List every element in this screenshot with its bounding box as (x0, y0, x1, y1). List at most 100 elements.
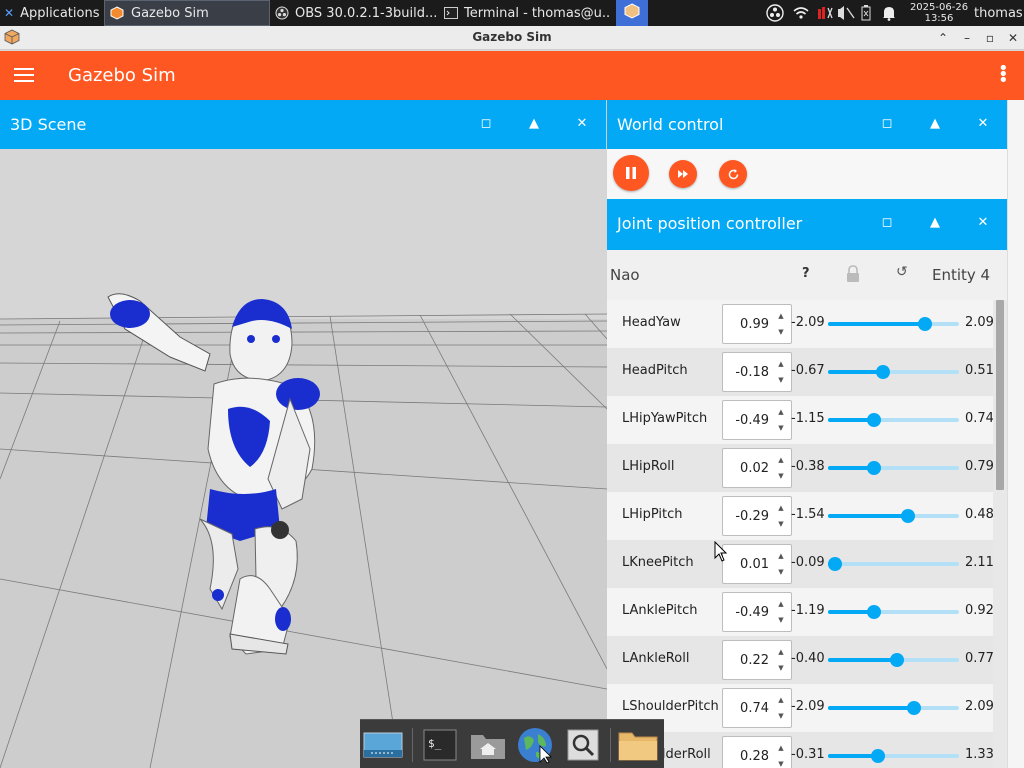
lock-icon[interactable] (845, 265, 861, 283)
task-obs[interactable]: OBS 30.0.2.1-3build... (271, 0, 436, 26)
slider-handle[interactable] (866, 461, 881, 475)
web-browser-launcher[interactable] (515, 725, 555, 765)
joint-value-spinbox[interactable]: 0.99 ▲ ▼ (722, 304, 792, 344)
clock[interactable]: 2025-06-26 13:56 (906, 0, 972, 26)
panel-collapse-icon[interactable]: ▲ (524, 114, 544, 134)
wifi-icon[interactable] (790, 0, 812, 26)
spin-up-icon[interactable]: ▲ (776, 503, 786, 513)
spin-down-icon[interactable]: ▼ (776, 471, 786, 481)
slider-handle[interactable] (907, 701, 922, 715)
help-icon[interactable]: ? (802, 266, 810, 281)
joint-slider[interactable] (828, 652, 959, 668)
step-button[interactable] (669, 160, 697, 188)
workspace-switcher[interactable] (616, 0, 648, 26)
joint-value-spinbox[interactable]: -0.29 ▲ ▼ (722, 496, 792, 536)
notification-bell-icon[interactable] (878, 0, 900, 26)
joint-value-spinbox[interactable]: 0.01 ▲ ▼ (722, 544, 792, 584)
spin-up-icon[interactable]: ▲ (776, 599, 786, 609)
joint-value-spinbox[interactable]: -0.49 ▲ ▼ (722, 400, 792, 440)
reset-joints-icon[interactable]: ↺ (896, 264, 908, 280)
joint-value-spinbox[interactable]: 0.74 ▲ ▼ (722, 688, 792, 728)
slider-handle[interactable] (866, 605, 881, 619)
spin-down-icon[interactable]: ▼ (776, 567, 786, 577)
spin-down-icon[interactable]: ▼ (776, 759, 786, 768)
spin-down-icon[interactable]: ▼ (776, 375, 786, 385)
slider-handle[interactable] (917, 317, 932, 331)
slider-handle[interactable] (866, 413, 881, 427)
spin-up-icon[interactable]: ▲ (776, 311, 786, 321)
window-title: Gazebo Sim (472, 30, 552, 44)
spin-up-icon[interactable]: ▲ (776, 407, 786, 417)
joint-slider[interactable] (828, 460, 959, 476)
joint-value-spinbox[interactable]: -0.49 ▲ ▼ (722, 592, 792, 632)
taskbar: ✕ Applications ⋮ Gazebo Sim OBS 30.0.2.1… (0, 0, 1024, 26)
joint-value-spinbox[interactable]: 0.28 ▲ ▼ (722, 736, 792, 768)
window-minimize-button[interactable]: – (958, 29, 976, 47)
spin-down-icon[interactable]: ▼ (776, 663, 786, 673)
joint-value-spinbox[interactable]: 0.22 ▲ ▼ (722, 640, 792, 680)
scrollbar-thumb[interactable] (996, 300, 1004, 490)
spin-up-icon[interactable]: ▲ (776, 695, 786, 705)
window-maximize-button[interactable]: ▫ (981, 29, 999, 47)
joint-slider[interactable] (828, 700, 959, 716)
spin-down-icon[interactable]: ▼ (776, 711, 786, 721)
refresh-icon (728, 168, 738, 179)
slider-handle[interactable] (876, 365, 891, 379)
pause-button[interactable] (613, 155, 649, 191)
joint-slider[interactable] (828, 748, 959, 764)
obs-tray-icon[interactable] (764, 0, 786, 26)
spin-down-icon[interactable]: ▼ (776, 423, 786, 433)
joint-value-spinbox[interactable]: -0.18 ▲ ▼ (722, 352, 792, 392)
joint-list-scrollbar[interactable] (993, 300, 1007, 768)
reset-button[interactable] (719, 160, 747, 188)
slider-handle[interactable] (900, 509, 915, 523)
clock-date: 2025-06-26 (909, 2, 969, 13)
spin-up-icon[interactable]: ▲ (776, 455, 786, 465)
task-gazebo-sim[interactable]: Gazebo Sim (104, 0, 270, 26)
panel-close-icon[interactable]: ✕ (572, 114, 592, 134)
task-terminal[interactable]: Terminal - thomas@u... (440, 0, 610, 26)
battery-icon[interactable] (858, 0, 874, 26)
spin-up-icon[interactable]: ▲ (776, 743, 786, 753)
user-menu[interactable]: thomas (974, 0, 1024, 26)
slider-handle[interactable] (827, 557, 842, 571)
panel-settings-icon[interactable]: ◻ (476, 114, 496, 134)
panel-settings-icon[interactable]: ◻ (877, 114, 897, 134)
spin-down-icon[interactable]: ▼ (776, 615, 786, 625)
window-titlebar[interactable]: Gazebo Sim ⌃ – ▫ ✕ (0, 26, 1024, 50)
slider-handle[interactable] (890, 653, 905, 667)
panel-collapse-icon[interactable]: ▲ (925, 213, 945, 233)
scene-viewport[interactable] (0, 149, 608, 768)
panel-collapse-icon[interactable]: ▲ (925, 114, 945, 134)
spin-up-icon[interactable]: ▲ (776, 551, 786, 561)
search-launcher[interactable] (563, 725, 603, 765)
panel-close-icon[interactable]: ✕ (973, 114, 993, 134)
joint-value-spinbox[interactable]: 0.02 ▲ ▼ (722, 448, 792, 488)
spin-down-icon[interactable]: ▼ (776, 327, 786, 337)
joint-slider[interactable] (828, 604, 959, 620)
window-shade-button[interactable]: ⌃ (934, 29, 952, 47)
terminal-launcher[interactable]: $_ (420, 725, 460, 765)
panel-close-icon[interactable]: ✕ (973, 213, 993, 233)
joint-slider[interactable] (828, 316, 959, 332)
home-folder-launcher[interactable] (468, 725, 508, 765)
joint-max: 0.74 (965, 411, 993, 426)
joint-slider[interactable] (828, 412, 959, 428)
svg-text:$_: $_ (428, 737, 442, 750)
applications-menu[interactable]: ✕ Applications ⋮ (0, 0, 104, 26)
hamburger-icon[interactable] (14, 67, 34, 83)
slider-handle[interactable] (870, 749, 885, 763)
kebab-icon[interactable]: • • • (998, 60, 1009, 90)
spin-up-icon[interactable]: ▲ (776, 647, 786, 657)
joint-slider[interactable] (828, 364, 959, 380)
file-manager-launcher[interactable] (618, 725, 658, 765)
window-close-button[interactable]: ✕ (1004, 29, 1022, 47)
joint-slider[interactable] (828, 508, 959, 524)
joint-max: 0.79 (965, 459, 993, 474)
volume-muted-icon[interactable] (814, 0, 858, 26)
show-desktop-button[interactable] (363, 725, 403, 765)
spin-up-icon[interactable]: ▲ (776, 359, 786, 369)
joint-slider[interactable] (827, 556, 959, 572)
spin-down-icon[interactable]: ▼ (776, 519, 786, 529)
panel-settings-icon[interactable]: ◻ (877, 213, 897, 233)
